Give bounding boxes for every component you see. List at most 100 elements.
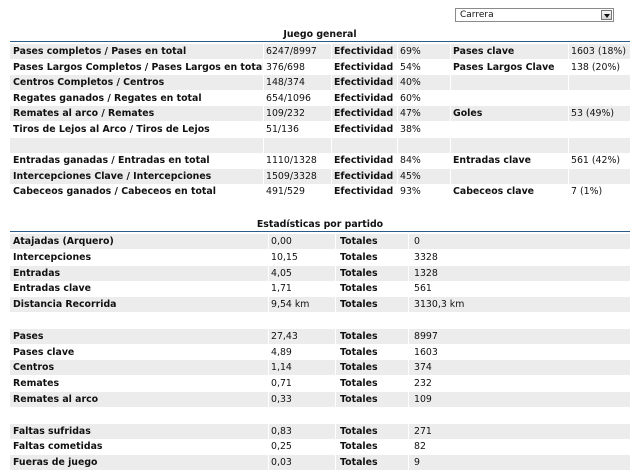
per-match-value [271, 313, 333, 328]
stat-label: Centros Completos / Centros [13, 77, 165, 89]
key-stat-label [453, 91, 568, 106]
total-value: 271 [414, 425, 432, 437]
per-match-value [271, 408, 333, 423]
metric-label: Efectividad [334, 170, 394, 182]
column-divider [408, 297, 409, 313]
column-divider [450, 106, 451, 122]
table-row: Remates 0,71 Totales 232 [10, 376, 630, 392]
key-stat-label [453, 75, 568, 90]
key-stat-label: Goles [453, 108, 483, 120]
total-value: 561 [414, 283, 432, 295]
column-divider [263, 44, 264, 59]
totals-label: Totales [340, 394, 378, 405]
column-divider [268, 234, 269, 249]
column-divider [408, 234, 409, 249]
stat-ratio: 1110/1328 [266, 155, 317, 167]
column-divider [335, 360, 336, 376]
period-select[interactable]: Carrera [455, 8, 614, 22]
column-divider [268, 344, 269, 360]
column-divider [450, 153, 451, 169]
column-divider [268, 313, 269, 328]
column-divider [450, 168, 451, 184]
column-divider [408, 360, 409, 376]
column-divider [268, 376, 269, 392]
table-row: Pases clave 4,89 Totales 1603 [10, 344, 630, 360]
column-divider [568, 137, 569, 153]
key-stat-label: Pases clave [453, 46, 515, 57]
metric-label: Efectividad [334, 108, 394, 120]
totals-label: Totales [340, 330, 378, 342]
metric-label: Efectividad [334, 46, 394, 57]
column-divider [450, 59, 451, 75]
column-divider [331, 184, 332, 200]
chevron-down-icon[interactable] [601, 10, 612, 20]
total-value: 0 [414, 236, 420, 247]
table-row: Tiros de Lejos al Arco / Tiros de Lejos 5… [10, 122, 630, 137]
column-divider [331, 44, 332, 59]
table-row: Intercepciones 10,15 Totales 3328 [10, 249, 630, 265]
per-match-value: 4,89 [271, 346, 292, 358]
totals-label [340, 313, 400, 328]
column-divider [450, 184, 451, 200]
totals-label: Totales [340, 251, 378, 263]
metric-value: 38% [400, 124, 421, 135]
column-divider [408, 344, 409, 360]
total-value [414, 408, 514, 423]
column-divider [397, 75, 398, 91]
stat-label: Centros [13, 362, 55, 374]
column-divider [335, 455, 336, 471]
column-divider [268, 281, 269, 297]
column-divider [263, 90, 264, 106]
table-row [10, 313, 630, 328]
per-match-value: 4,05 [271, 267, 292, 279]
column-divider [263, 59, 264, 75]
total-value: 109 [414, 394, 432, 405]
stat-ratio: 148/374 [266, 77, 305, 89]
column-divider [268, 360, 269, 376]
stat-label: Pases completos / Pases en total [13, 46, 187, 57]
per-match-value: 0,25 [271, 441, 292, 453]
column-divider [450, 90, 451, 106]
table-row: Entradas 4,05 Totales 1328 [10, 265, 630, 281]
column-divider [263, 75, 264, 91]
stat-ratio: 6247/8997 [266, 46, 317, 57]
stat-label: Entradas [13, 267, 61, 279]
column-divider [408, 392, 409, 407]
metric-label: Efectividad [334, 186, 394, 198]
table-row: Faltas sufridas 0,83 Totales 271 [10, 423, 630, 439]
per-match-value: 1,14 [271, 362, 292, 374]
per-match-value: 0,03 [271, 457, 292, 469]
column-divider [268, 328, 269, 344]
stat-ratio: 51/136 [266, 124, 299, 135]
column-divider [408, 328, 409, 344]
column-divider [268, 249, 269, 265]
stat-label [13, 313, 268, 328]
stat-label: Tiros de Lejos al Arco / Tiros de Lejos [13, 124, 210, 135]
column-divider [450, 44, 451, 59]
key-stat-value [571, 91, 630, 106]
column-divider [397, 44, 398, 59]
column-divider [263, 122, 264, 137]
column-divider [331, 168, 332, 184]
table-row: Entradas ganadas / Entradas en total 1110… [10, 153, 630, 169]
column-divider [450, 75, 451, 91]
metric-label [334, 138, 397, 153]
column-divider [335, 407, 336, 423]
per-match-value: 0,71 [271, 378, 292, 390]
key-stat-value [571, 122, 630, 137]
key-stat-label: Entradas clave [453, 155, 531, 167]
per-match-value: 0,33 [271, 394, 292, 405]
stat-label: Distancia Recorrida [13, 299, 117, 311]
column-divider [408, 439, 409, 455]
stat-label: Entradas ganadas / Entradas en total [13, 155, 210, 167]
table-row: Intercepciones Clave / Intercepciones 150… [10, 168, 630, 184]
column-divider [568, 44, 569, 59]
table-row: Centros Completos / Centros 148/374 Efecti… [10, 75, 630, 91]
stat-label: Remates al arco / Remates [13, 108, 155, 120]
stat-label: Faltas cometidas [13, 441, 103, 453]
key-stat-label [453, 169, 568, 184]
totals-label: Totales [340, 236, 378, 247]
column-divider [568, 184, 569, 200]
column-divider [335, 328, 336, 344]
table-row: Distancia Recorrida 9,54 km Totales 3130,3 … [10, 297, 630, 313]
